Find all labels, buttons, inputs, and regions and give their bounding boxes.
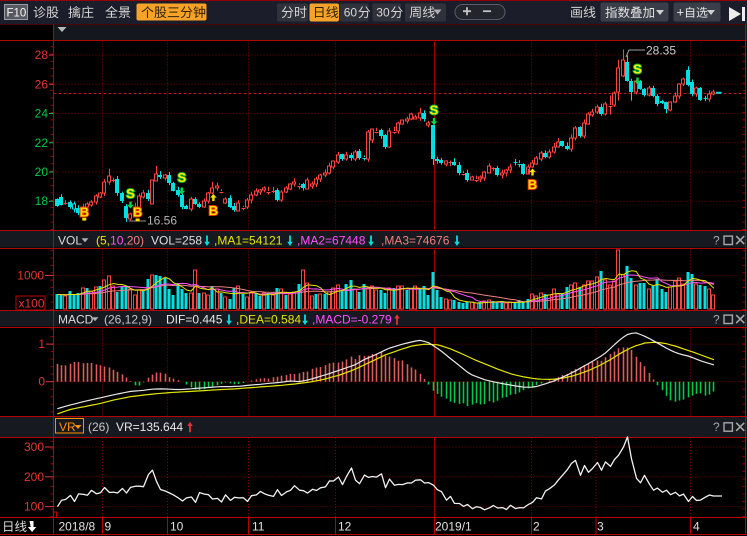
- svg-text:26: 26: [35, 77, 49, 91]
- svg-text:MACD: MACD: [58, 312, 94, 326]
- svg-text:4: 4: [693, 520, 700, 534]
- svg-text:9: 9: [105, 520, 112, 534]
- svg-text:S: S: [430, 103, 439, 118]
- svg-text:12: 12: [338, 520, 352, 534]
- svg-text:1000: 1000: [17, 269, 44, 283]
- svg-text:S: S: [177, 170, 186, 185]
- svg-text:2019/1: 2019/1: [435, 520, 472, 534]
- svg-text:B: B: [209, 203, 218, 218]
- svg-text:?: ?: [713, 312, 720, 326]
- svg-text:200: 200: [24, 470, 44, 484]
- svg-text:B: B: [528, 177, 537, 192]
- svg-text:16.56: 16.56: [147, 214, 177, 228]
- svg-text:F10: F10: [7, 8, 27, 20]
- svg-text:18: 18: [35, 194, 49, 208]
- svg-text:100: 100: [24, 500, 44, 514]
- svg-text:2018/8: 2018/8: [59, 520, 96, 534]
- svg-text:20: 20: [35, 165, 49, 179]
- svg-text:24: 24: [35, 107, 49, 121]
- svg-text:60: 60: [344, 6, 358, 20]
- svg-text:S: S: [126, 186, 135, 201]
- svg-text:22: 22: [35, 136, 49, 150]
- svg-text:11: 11: [252, 520, 265, 534]
- svg-text:10: 10: [170, 520, 184, 534]
- svg-text:28: 28: [35, 48, 49, 62]
- svg-text:B: B: [80, 205, 89, 220]
- svg-text:(26)VR=135.644: (26)VR=135.644: [88, 420, 183, 434]
- svg-text:0: 0: [38, 375, 45, 389]
- svg-text:1: 1: [38, 337, 45, 351]
- svg-text:B: B: [133, 205, 142, 220]
- svg-text:VOL: VOL: [58, 233, 82, 247]
- svg-text:VR: VR: [59, 420, 76, 434]
- svg-text:3: 3: [597, 520, 604, 534]
- svg-text:?: ?: [713, 420, 720, 434]
- svg-text:S: S: [633, 62, 642, 77]
- svg-text:?: ?: [713, 233, 720, 247]
- svg-text:28.35: 28.35: [646, 44, 676, 58]
- svg-text:2: 2: [533, 520, 540, 534]
- svg-text:30: 30: [376, 6, 390, 20]
- svg-text:+: +: [677, 5, 685, 20]
- svg-text:x100: x100: [19, 296, 45, 310]
- svg-text:(26,12,9)DIF=0.445,DEA=0.584,M: (26,12,9)DIF=0.445,DEA=0.584,MACD=-0.279: [104, 312, 392, 326]
- svg-text:300: 300: [24, 440, 44, 454]
